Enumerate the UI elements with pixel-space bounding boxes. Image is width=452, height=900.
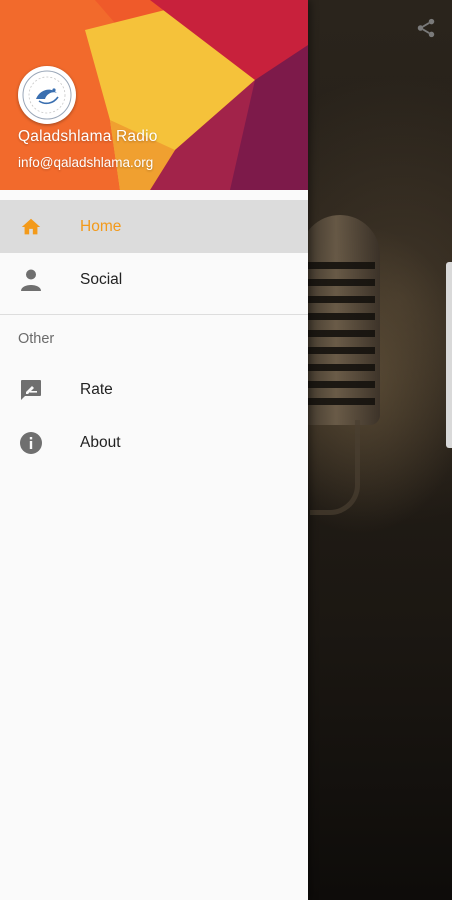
drawer-header: Qaladshlama Radio info@qaladshlama.org (0, 0, 308, 190)
background-panel-edge (446, 262, 452, 448)
menu-item-home-label: Home (80, 217, 122, 235)
share-button[interactable] (412, 14, 440, 42)
info-icon (19, 431, 43, 455)
menu-item-rate-label: Rate (80, 380, 113, 398)
menu-item-about[interactable]: About (0, 416, 308, 469)
share-icon (417, 18, 435, 38)
app-logo (18, 66, 76, 124)
menu-item-home[interactable]: Home (0, 200, 308, 253)
app-name: Qaladshlama Radio (18, 128, 158, 145)
menu-item-rate[interactable]: Rate (0, 363, 308, 416)
microphone-grille (300, 262, 375, 412)
menu-item-social[interactable]: Social (0, 253, 308, 306)
home-icon (19, 215, 43, 239)
microphone-stand (310, 420, 360, 515)
app-email: info@qaladshlama.org (18, 155, 154, 170)
menu-section-header: Other (18, 331, 55, 347)
rate-feedback-icon (19, 378, 43, 402)
menu-item-about-label: About (80, 433, 121, 451)
drawer-menu: Home Social Other Rate About (0, 200, 308, 469)
menu-item-social-label: Social (80, 270, 123, 288)
navigation-drawer: Qaladshlama Radio info@qaladshlama.org H… (0, 0, 308, 900)
person-icon (19, 268, 43, 292)
